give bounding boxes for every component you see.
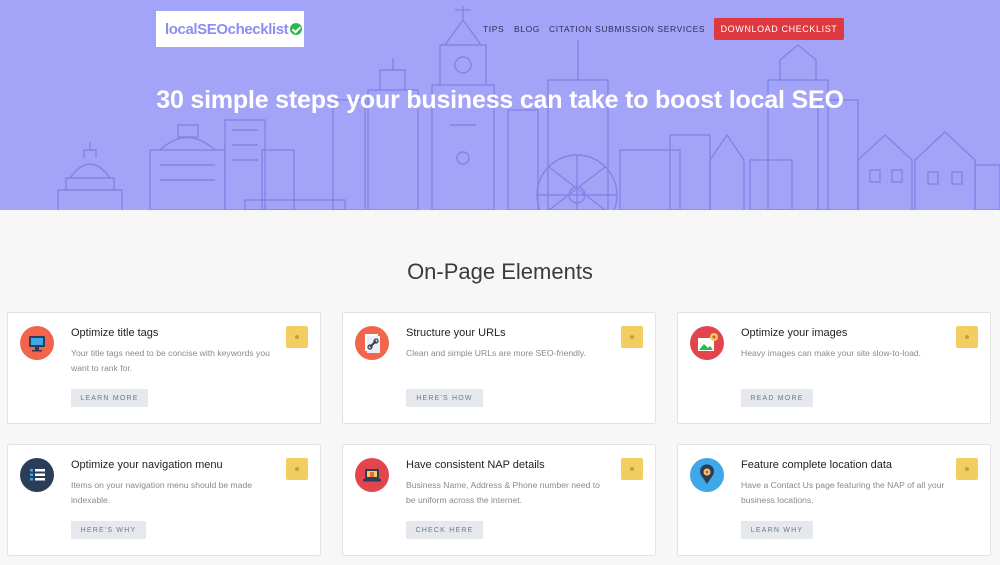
heres-how-button[interactable]: HERE'S HOW: [406, 389, 483, 407]
card-title: Structure your URLs: [406, 327, 506, 339]
hero-headline: 30 simple steps your business can take t…: [156, 86, 844, 114]
site-logo[interactable]: localSEOchecklist: [156, 11, 304, 47]
bookmark-icon[interactable]: [286, 326, 308, 348]
nav-citation-services[interactable]: CITATION SUBMISSION SERVICES: [549, 24, 705, 34]
image-gear-icon: [690, 326, 724, 360]
card-title: Optimize your images: [741, 327, 848, 339]
card-description: Heavy images can make your site slow-to-…: [741, 348, 922, 358]
card-title: Feature complete location data: [741, 459, 893, 471]
laptop-store-icon: [355, 458, 389, 492]
card-title: Optimize title tags: [71, 327, 159, 339]
bookmark-icon[interactable]: [956, 458, 978, 480]
list-menu-icon: [20, 458, 54, 492]
bookmark-icon[interactable]: [621, 458, 643, 480]
nav-tips[interactable]: TIPS: [483, 24, 504, 34]
card-structure-urls: Structure your URLs Clean and simple URL…: [342, 312, 656, 424]
card-title: Optimize your navigation menu: [71, 459, 223, 471]
card-description: Clean and simple URLs are more SEO-frien…: [406, 348, 586, 358]
card-description: Have a Contact Us page featuring the NAP…: [741, 480, 945, 505]
hero-banner: localSEOchecklist TIPS BLOG CITATION SUB…: [0, 0, 1000, 210]
bookmark-icon[interactable]: [286, 458, 308, 480]
card-optimize-images: Optimize your images Heavy images can ma…: [677, 312, 991, 424]
section-title: On-Page Elements: [407, 259, 593, 284]
download-checklist-button[interactable]: DOWNLOAD CHECKLIST: [714, 18, 844, 40]
card-title: Have consistent NAP details: [406, 459, 545, 471]
heres-why-button[interactable]: HERE'S WHY: [71, 521, 146, 539]
card-description: Business Name, Address & Phone number ne…: [406, 480, 600, 505]
card-location-data: Feature complete location data Have a Co…: [677, 444, 991, 556]
read-more-button[interactable]: READ MORE: [741, 389, 813, 407]
card-optimize-navigation: Optimize your navigation menu Items on y…: [7, 444, 321, 556]
link-document-icon: [355, 326, 389, 360]
check-here-button[interactable]: CHECK HERE: [406, 521, 483, 539]
verified-check-icon: [290, 23, 303, 35]
logo-text: localSEOchecklist: [165, 20, 289, 38]
nav-blog[interactable]: BLOG: [514, 24, 540, 34]
card-description: Items on your navigation menu should be …: [71, 480, 253, 505]
code-monitor-icon: [20, 326, 54, 360]
bookmark-icon[interactable]: [956, 326, 978, 348]
bookmark-icon[interactable]: [621, 326, 643, 348]
card-consistent-nap: Have consistent NAP details Business Nam…: [342, 444, 656, 556]
learn-why-button[interactable]: LEARN WHY: [741, 521, 813, 539]
card-description: Your title tags need to be concise with …: [71, 348, 270, 373]
card-optimize-title-tags: Optimize title tags Your title tags need…: [7, 312, 321, 424]
map-pin-icon: [690, 458, 724, 492]
learn-more-button[interactable]: LEARN MORE: [71, 389, 148, 407]
